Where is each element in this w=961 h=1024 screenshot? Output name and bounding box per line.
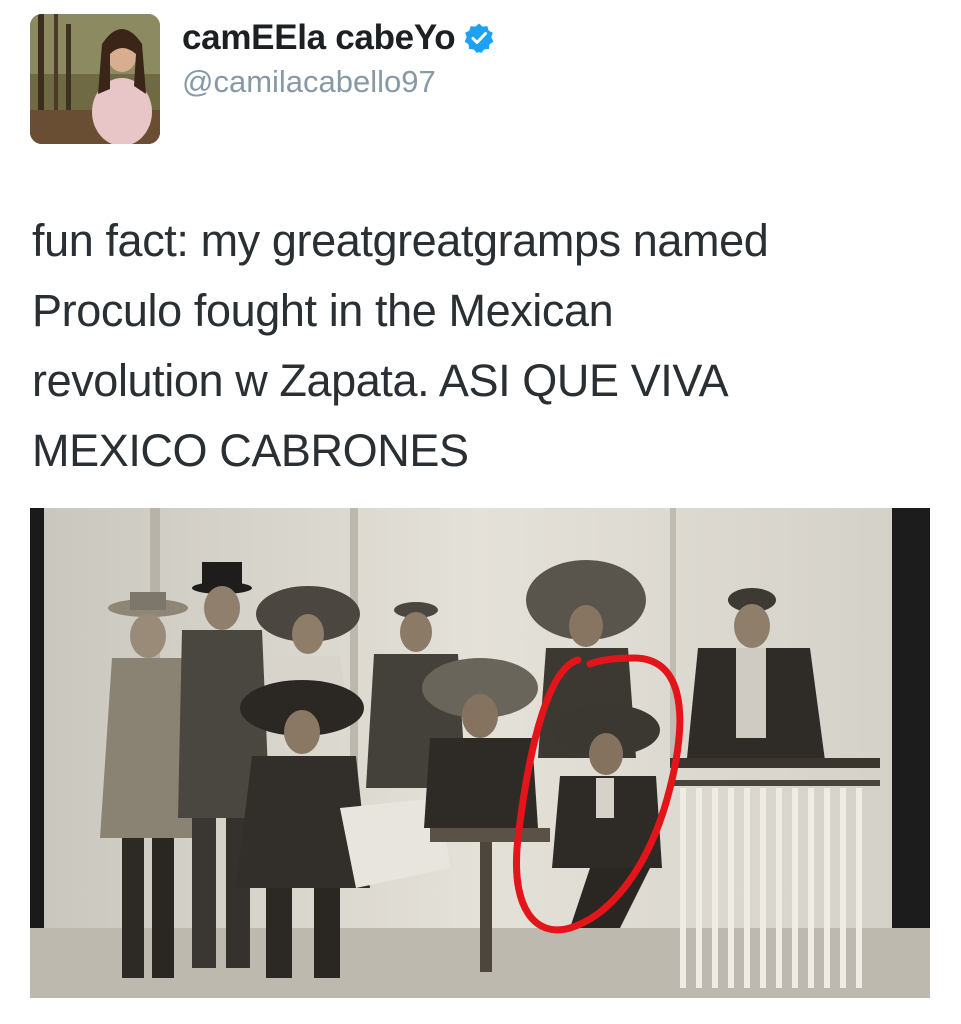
avatar[interactable]: [30, 14, 160, 144]
tweet-photo[interactable]: [30, 508, 930, 998]
user-handle[interactable]: @camilacabello97: [182, 64, 436, 100]
profile-photo: [30, 14, 160, 144]
verified-badge-icon: [463, 22, 495, 54]
historical-group-photo: [30, 508, 930, 998]
display-name[interactable]: camEEla cabeYo: [182, 18, 495, 58]
tweet-card: camEEla cabeYo @camilacabello97 fun fact…: [0, 0, 961, 1024]
display-name-text: camEEla cabeYo: [182, 18, 456, 57]
tweet-text: fun fact: my greatgreatgramps named Proc…: [32, 215, 769, 476]
